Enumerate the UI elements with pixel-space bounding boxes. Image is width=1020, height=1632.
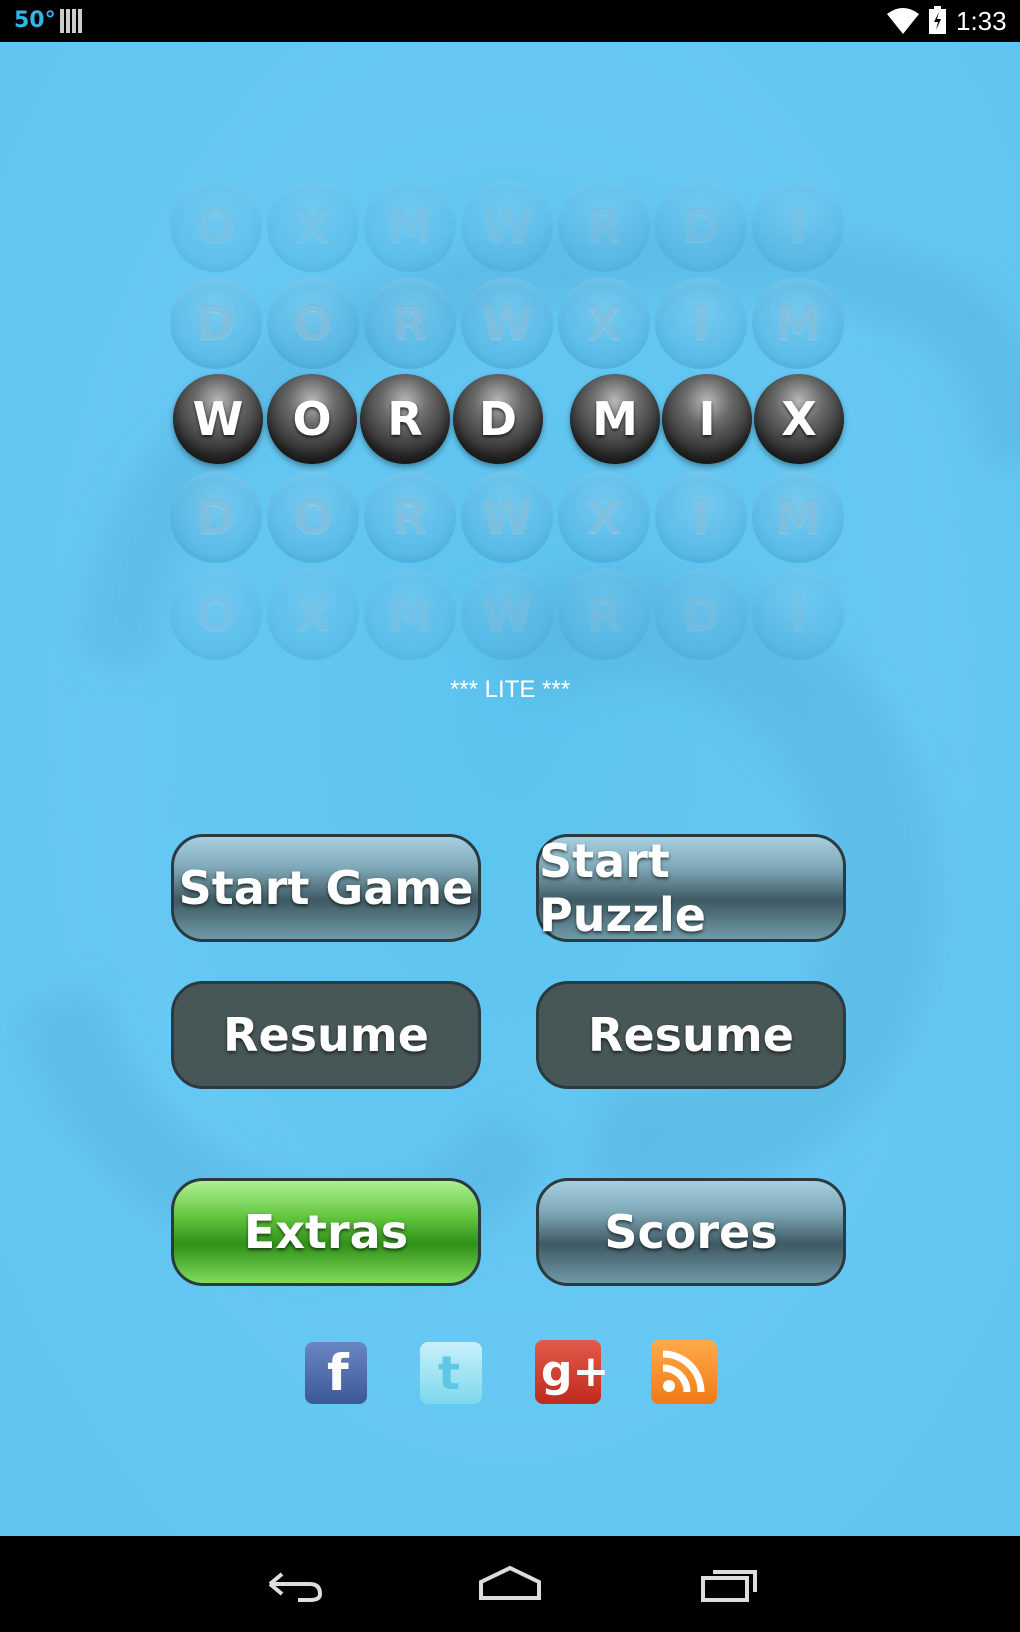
logo-row-1: O X M W R D I (170, 180, 850, 272)
letter-ball: I (752, 568, 844, 660)
letter-ball: X (558, 471, 650, 563)
clock: 1:33 (956, 6, 1007, 36)
back-icon[interactable] (258, 1560, 328, 1608)
scores-button[interactable]: Scores (536, 1178, 846, 1286)
letter-ball: D (655, 180, 747, 272)
start-puzzle-button[interactable]: Start Puzzle (536, 834, 846, 942)
logo-title-row: W O R D M I X (170, 374, 850, 466)
letter-ball: X (558, 277, 650, 369)
extras-button[interactable]: Extras (171, 1178, 481, 1286)
letter-ball: R (558, 568, 650, 660)
title-letter-ball: X (754, 374, 844, 464)
app-screen: O X M W R D I D O R W X I M W O R D M I … (0, 42, 1020, 1536)
facebook-icon[interactable]: f (305, 1342, 367, 1404)
letter-ball: W (461, 568, 553, 660)
letter-ball: I (655, 471, 747, 563)
start-game-button[interactable]: Start Game (171, 834, 481, 942)
letter-ball: O (267, 277, 359, 369)
logo-row-2: D O R W X I M (170, 277, 850, 369)
title-letter-ball: R (360, 374, 450, 464)
logo-row-4: D O R W X I M (170, 471, 850, 563)
logo-row-5: O X M W R D I (170, 568, 850, 660)
battery-charging-icon (929, 6, 946, 34)
recent-apps-icon[interactable] (695, 1560, 765, 1608)
letter-ball: D (655, 568, 747, 660)
twitter-icon[interactable]: t (420, 1342, 482, 1404)
title-letter-ball: D (453, 374, 543, 464)
title-letter-ball: I (662, 374, 752, 464)
letter-ball: R (364, 277, 456, 369)
resume-game-button[interactable]: Resume (171, 981, 481, 1089)
letter-ball: M (364, 568, 456, 660)
letter-ball: O (170, 568, 262, 660)
navigation-bar (0, 1536, 1020, 1632)
rss-icon[interactable] (651, 1340, 717, 1404)
wifi-icon (887, 8, 919, 34)
home-icon[interactable] (475, 1560, 545, 1608)
letter-ball: W (461, 471, 553, 563)
letter-ball: W (461, 180, 553, 272)
resume-puzzle-button[interactable]: Resume (536, 981, 846, 1089)
letter-ball: D (170, 471, 262, 563)
temperature-indicator: 50° (14, 8, 56, 33)
letter-ball: X (267, 568, 359, 660)
letter-ball: M (752, 277, 844, 369)
letter-ball: I (655, 277, 747, 369)
letter-ball: I (752, 180, 844, 272)
letter-ball: O (170, 180, 262, 272)
title-letter-ball: O (267, 374, 357, 464)
letter-ball: W (461, 277, 553, 369)
title-letter-ball: W (173, 374, 263, 464)
status-bar: 50° 1:33 (0, 0, 1020, 42)
letter-ball: D (170, 277, 262, 369)
google-plus-icon[interactable]: g+ (535, 1340, 609, 1404)
letter-ball: M (752, 471, 844, 563)
lite-edition-label: *** LITE *** (449, 676, 571, 703)
letter-ball: M (364, 180, 456, 272)
barcode-icon (60, 9, 82, 33)
letter-ball: R (558, 180, 650, 272)
letter-ball: O (267, 471, 359, 563)
letter-ball: R (364, 471, 456, 563)
rss-glyph (662, 1350, 705, 1393)
title-letter-ball: M (570, 374, 660, 464)
letter-ball: X (267, 180, 359, 272)
